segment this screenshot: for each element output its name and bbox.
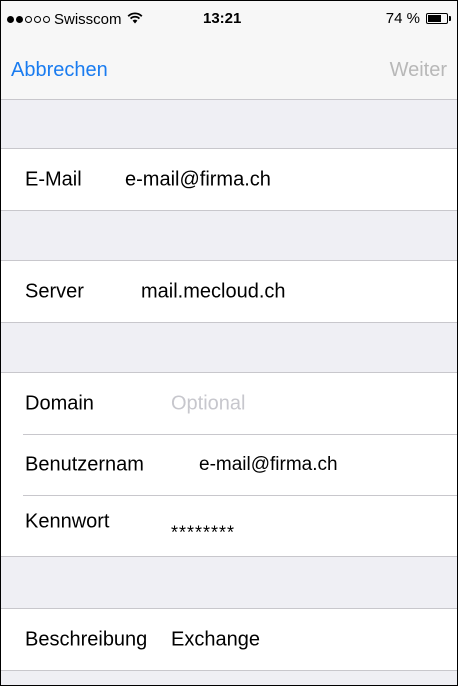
status-time: 13:21 xyxy=(203,10,242,27)
description-label: Beschreibung xyxy=(25,628,148,650)
username-row[interactable]: Benutzernam e-mail@firma.ch xyxy=(1,434,457,495)
email-label: E-Mail xyxy=(25,168,82,190)
description-row[interactable]: Beschreibung Exchange xyxy=(1,609,457,670)
server-label: Server xyxy=(25,280,84,302)
password-label: Kennwort xyxy=(25,510,110,533)
domain-label: Domain xyxy=(25,392,94,414)
email-group: E-Mail e-mail@firma.ch xyxy=(1,148,457,211)
password-field[interactable]: ******** xyxy=(171,522,235,543)
wifi-icon xyxy=(127,11,143,28)
server-group: Server mail.mecloud.ch xyxy=(1,260,457,323)
account-group: Domain Optional Benutzernam e-mail@firma… xyxy=(1,372,457,557)
username-field[interactable]: e-mail@firma.ch xyxy=(199,454,338,476)
server-field[interactable]: mail.mecloud.ch xyxy=(141,280,286,303)
battery-icon xyxy=(426,13,448,24)
navigation-bar: Abbrechen Weiter xyxy=(1,41,457,100)
username-label: Benutzernam xyxy=(25,453,144,475)
description-field[interactable]: Exchange xyxy=(171,628,260,651)
carrier-info: Swisscom xyxy=(7,10,143,28)
signal-strength-icon xyxy=(7,15,50,23)
email-row[interactable]: E-Mail e-mail@firma.ch xyxy=(1,149,457,210)
domain-row[interactable]: Domain Optional xyxy=(1,373,457,434)
server-row[interactable]: Server mail.mecloud.ch xyxy=(1,261,457,322)
next-button[interactable]: Weiter xyxy=(390,59,447,82)
password-row[interactable]: Kennwort ******** xyxy=(1,495,457,556)
description-group: Beschreibung Exchange xyxy=(1,608,457,671)
carrier-name: Swisscom xyxy=(54,10,122,28)
cancel-button[interactable]: Abbrechen xyxy=(11,59,108,82)
battery-indicator: 74 % xyxy=(386,10,451,27)
battery-percent: 74 % xyxy=(385,10,420,27)
status-bar: Swisscom 13:21 74 % xyxy=(1,1,457,41)
phone-screen: Swisscom 13:21 74 % Abbrechen Weiter E-M… xyxy=(0,0,458,686)
email-field[interactable]: e-mail@firma.ch xyxy=(125,168,271,191)
domain-field[interactable]: Optional xyxy=(171,392,246,415)
